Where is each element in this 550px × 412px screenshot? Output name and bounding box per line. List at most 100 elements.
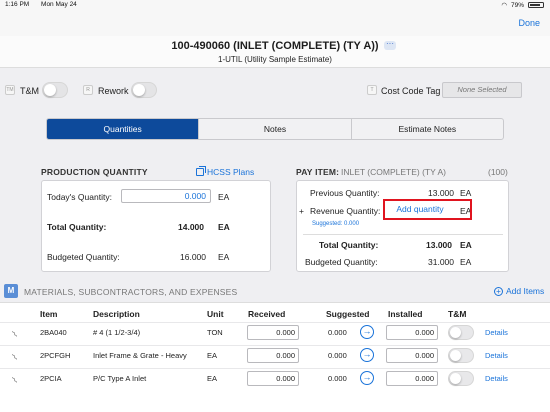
materials-section-title: MATERIALS, SUBCONTRACTORS, AND EXPENSES (24, 287, 238, 297)
production-quantity-title: PRODUCTION QUANTITY (41, 167, 148, 177)
tm-row-toggle[interactable] (448, 325, 474, 340)
column-header-item: Item (40, 309, 58, 319)
paperclip-icon[interactable]: ⌇ (10, 370, 26, 386)
row-unit: EA (207, 374, 218, 383)
details-link[interactable]: Details (485, 328, 508, 337)
tm-toggle[interactable] (42, 82, 68, 98)
status-bar: 1:16 PM Mon May 24 ◠ 79% (0, 0, 550, 10)
cost-code-tag-label: Cost Code Tag (381, 86, 441, 96)
hcss-plans-label: HCSS Plans (207, 167, 255, 177)
cost-code-tag-icon: T (367, 85, 377, 95)
pay-item-name: INLET (COMPLETE) (TY A) (341, 167, 447, 177)
row-unit: TON (207, 328, 223, 337)
budgeted-quantity-unit: EA (218, 252, 230, 262)
budgeted-quantity-value: 16.000 (180, 252, 206, 262)
paperclip-icon[interactable]: ⌇ (10, 324, 26, 340)
add-items-button[interactable]: + Add Items (494, 286, 544, 296)
hcss-plans-link[interactable]: HCSS Plans (196, 166, 255, 177)
pay-item-divider (303, 234, 503, 235)
cost-code-tag-select[interactable]: None Selected (442, 82, 522, 98)
row-description: Inlet Frame & Grate - Heavy (93, 351, 187, 360)
highlight-box (383, 199, 472, 220)
column-header-tm: T&M (448, 309, 467, 319)
status-time: 1:16 PM (5, 1, 30, 8)
apply-suggested-button[interactable]: → (360, 348, 374, 362)
previous-quantity-value: 13.000 (428, 188, 454, 198)
more-options-button[interactable]: ··· (384, 40, 396, 50)
status-date: Mon May 24 (41, 1, 77, 8)
received-input[interactable]: 0.000 (247, 371, 299, 386)
rework-tag-icon: R (83, 85, 93, 95)
materials-badge-icon: M (4, 284, 18, 298)
previous-quantity-label: Previous Quantity: (310, 188, 380, 198)
table-row: ⌇ 2BA040 # 4 (1 1/2-3/4) TON 0.000 0.000… (0, 322, 550, 344)
installed-input[interactable]: 0.000 (386, 371, 438, 386)
pay-item-title: PAY ITEM: (296, 167, 340, 177)
tm-label: T&M (20, 86, 39, 96)
rework-toggle[interactable] (131, 82, 157, 98)
received-input[interactable]: 0.000 (247, 325, 299, 340)
details-link[interactable]: Details (485, 374, 508, 383)
row-description: # 4 (1 1/2-3/4) (93, 328, 141, 337)
installed-input[interactable]: 0.000 (386, 348, 438, 363)
installed-input[interactable]: 0.000 (386, 325, 438, 340)
plus-sign: + (299, 206, 304, 216)
paperclip-icon[interactable]: ⌇ (10, 347, 26, 363)
total-quantity-value: 14.000 (178, 222, 204, 232)
row-item: 2PCIA (40, 374, 62, 383)
todays-quantity-label: Today's Quantity: (47, 192, 112, 202)
apply-suggested-button[interactable]: → (360, 325, 374, 339)
received-input[interactable]: 0.000 (247, 348, 299, 363)
column-header-unit: Unit (207, 309, 224, 319)
rework-label: Rework (98, 86, 129, 96)
todays-quantity-unit: EA (218, 192, 230, 202)
tm-tag-icon: TM (5, 85, 15, 95)
add-items-label: Add Items (506, 286, 545, 296)
column-header-suggested: Suggested (326, 309, 370, 319)
apply-suggested-button[interactable]: → (360, 371, 374, 385)
row-item: 2BA040 (40, 328, 67, 337)
table-row: ⌇ 2PCFGH Inlet Frame & Grate - Heavy EA … (0, 345, 550, 367)
tm-row-toggle[interactable] (448, 348, 474, 363)
budgeted-quantity-label: Budgeted Quantity: (47, 252, 120, 262)
tab-estimate-notes[interactable]: Estimate Notes (350, 119, 503, 139)
row-suggested: 0.000 (328, 374, 347, 383)
details-link[interactable]: Details (485, 351, 508, 360)
tm-row-toggle[interactable] (448, 371, 474, 386)
row-item: 2PCFGH (40, 351, 71, 360)
page-title: 100-490060 (INLET (COMPLETE) (TY A)) (171, 40, 379, 52)
page-header: 100-490060 (INLET (COMPLETE) (TY A)) 1-U… (0, 36, 550, 68)
battery-percent: 79% (510, 1, 524, 9)
plans-icon (196, 166, 206, 176)
row-unit: EA (207, 351, 218, 360)
pay-total-quantity-unit: EA (460, 240, 472, 250)
wifi-icon: ◠ (501, 2, 507, 9)
revenue-quantity-label: Revenue Quantity: (310, 206, 381, 216)
pay-budgeted-quantity-label: Budgeted Quantity: (305, 257, 378, 267)
todays-quantity-input[interactable]: 0.000 (121, 189, 211, 203)
total-quantity-label: Total Quantity: (47, 222, 107, 232)
pay-budgeted-quantity-value: 31.000 (428, 257, 454, 267)
pay-total-quantity-value: 13.000 (426, 240, 452, 250)
column-header-installed: Installed (388, 309, 423, 319)
column-header-description: Description (93, 309, 140, 319)
tab-bar: Quantities Notes Estimate Notes (46, 118, 504, 140)
plus-circle-icon: + (494, 286, 503, 296)
tab-notes[interactable]: Notes (198, 119, 350, 139)
previous-quantity-unit: EA (460, 188, 472, 198)
tab-quantities[interactable]: Quantities (47, 119, 199, 139)
battery-icon (528, 2, 544, 8)
row-suggested: 0.000 (328, 328, 347, 337)
pay-item-count: (100) (488, 167, 508, 177)
materials-table: Item Description Unit Received Suggested… (0, 302, 550, 412)
pay-total-quantity-label: Total Quantity: (319, 240, 379, 250)
suggested-revenue[interactable]: Suggested: 0.000 (312, 221, 359, 227)
page-subtitle: 1-UTIL (Utility Sample Estimate) (218, 55, 332, 64)
table-row: ⌇ 2PCIA P/C Type A Inlet EA 0.000 0.000 … (0, 368, 550, 390)
row-description: P/C Type A Inlet (93, 374, 147, 383)
total-quantity-unit: EA (218, 222, 230, 232)
pay-budgeted-quantity-unit: EA (460, 257, 472, 267)
column-header-received: Received (248, 309, 286, 319)
done-button[interactable]: Done (518, 18, 540, 28)
row-suggested: 0.000 (328, 351, 347, 360)
